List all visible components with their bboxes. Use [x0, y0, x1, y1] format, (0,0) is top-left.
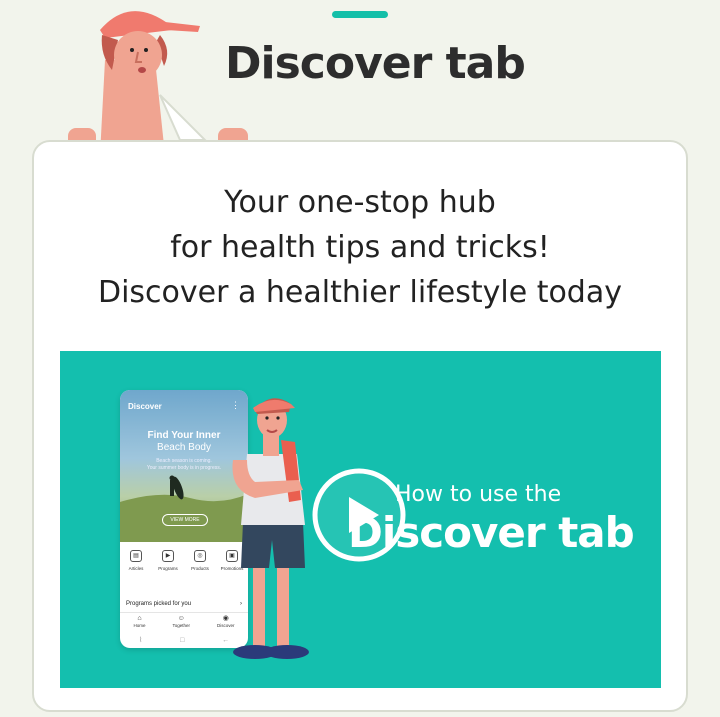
view-more-button: VIEW MORE	[162, 514, 208, 526]
nav-home: ⌂ Home	[133, 613, 145, 631]
category-label: Articles	[128, 566, 144, 571]
intro-text: Your one-stop hub for health tips and tr…	[60, 180, 660, 315]
people-icon: ☺	[177, 615, 185, 622]
category-products: ◎ Products	[186, 550, 214, 580]
nav-label: Home	[133, 623, 146, 628]
page-title: Discover tab	[225, 38, 526, 89]
category-articles: ▤ Articles	[122, 550, 150, 580]
intro-line: Your one-stop hub	[224, 185, 496, 220]
programs-picked-label: Programs picked for you	[126, 601, 192, 607]
video-title-line1: How to use the	[395, 482, 562, 507]
play-icon[interactable]	[311, 467, 407, 563]
nav-together: ☺ Together	[172, 613, 190, 631]
products-icon: ◎	[194, 550, 206, 562]
category-label: Programs	[158, 566, 178, 571]
intro-line: Discover a healthier lifestyle today	[97, 275, 622, 310]
programs-icon: ▶	[162, 550, 174, 562]
home-icon: ⌂	[137, 615, 142, 622]
category-label: Products	[191, 566, 209, 571]
home-button-icon: □	[180, 636, 185, 644]
recent-apps-icon: ⌇	[138, 637, 143, 644]
articles-icon: ▤	[130, 550, 142, 562]
nav-label: Together	[172, 623, 190, 628]
intro-line: for health tips and tricks!	[170, 230, 550, 265]
phone-app-title: Discover	[128, 402, 162, 411]
top-indicator	[332, 11, 388, 18]
category-programs: ▶ Programs	[154, 550, 182, 580]
person-illustration	[232, 398, 309, 659]
